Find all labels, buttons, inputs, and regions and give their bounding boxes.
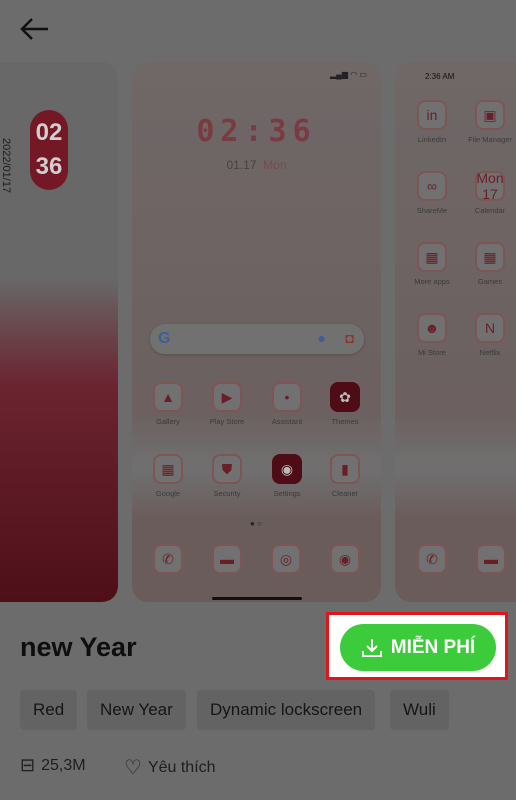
app-assistant: • Assistant (259, 382, 315, 426)
nav-bar (212, 597, 302, 600)
homescreen-preview[interactable]: ▂▄▆ ◠ ▭ 02:36 01.17 Mon G ● ◘ ▲ Gallery ▶ P… (132, 62, 381, 602)
more-apps-icon: ▦ (417, 242, 447, 272)
file-manager-icon: ▣ (475, 100, 505, 130)
app-games: ▦ Games (462, 242, 516, 286)
lockscreen-clock: 02 36 (30, 110, 68, 190)
app-label: ShareMe (416, 206, 448, 215)
tag-dynamic-lockscreen[interactable]: Dynamic lockscreen (197, 690, 376, 730)
security-icon: ⛊ (212, 454, 242, 484)
home-date: 01.17 Mon (226, 158, 287, 172)
app-more-apps: ▦ More apps (404, 242, 460, 286)
app-shareme: ∞ ShareMe (404, 171, 460, 215)
gallery-icon: ▲ (153, 382, 183, 412)
google-search-bar: G ● ◘ (150, 324, 364, 354)
mi-store-icon: ☻ (417, 313, 447, 343)
heart-icon: ♡ (124, 757, 142, 779)
google-icon: G (158, 330, 171, 347)
app-security: ⛊ Security (199, 454, 255, 498)
dock-icon: ▬ (476, 544, 506, 574)
lockscreen-preview[interactable]: 2022/01/17 02 36 (0, 62, 118, 602)
page-indicator: ● ○ (250, 519, 262, 528)
app-label: LinkedIn (417, 135, 447, 144)
dock-icon: ✆ (417, 544, 447, 574)
app-label: Google (155, 489, 181, 498)
app-file-manager: ▣ File Manager (462, 100, 516, 144)
app-calendar: Mon 17 Calendar (462, 170, 516, 215)
drawer-time: 2:36 AM (425, 72, 455, 81)
size-info: ⊟ 25,3M (20, 755, 86, 775)
app-label: Mi Store (418, 348, 446, 357)
google-icon: ▦ (153, 454, 183, 484)
app-label: Games (477, 277, 503, 286)
tag-red[interactable]: Red (20, 690, 78, 730)
app-label: Themes (331, 417, 359, 426)
lens-icon: ◘ (345, 330, 354, 346)
themes-icon: ✿ (330, 382, 360, 412)
tag-new-year[interactable]: New Year (87, 690, 186, 730)
play-store-icon: ▶ (212, 382, 242, 412)
app-label: Security (213, 489, 241, 498)
theme-title: new Year (20, 632, 137, 662)
app-label: Settings (273, 489, 301, 498)
home-clock: 02:36 (196, 114, 317, 149)
dock-icon: ◉ (330, 544, 360, 574)
cleaner-icon: ▮ (330, 454, 360, 484)
app-label: Calendar (474, 206, 506, 215)
app-themes: ✿ Themes (317, 382, 373, 426)
app-label: Play Store (209, 417, 245, 426)
app-gallery: ▲ Gallery (140, 382, 196, 426)
app-label: More apps (414, 277, 450, 286)
back-arrow-icon[interactable] (18, 14, 52, 44)
dock-icon: ✆ (153, 544, 183, 574)
download-free-button[interactable]: MIỄN PHÍ (340, 624, 496, 671)
lockscreen-date: 2022/01/17 (0, 138, 12, 194)
dock-icon: ◎ (271, 544, 301, 574)
app-google: ▦ Google (140, 454, 196, 498)
storage-icon: ⊟ (20, 755, 36, 775)
dock-icon: ▬ (212, 544, 242, 574)
tag-wuli[interactable]: Wuli (390, 690, 449, 730)
calendar-icon: Mon 17 (475, 170, 505, 202)
drawer-preview[interactable]: 2:36 AM in LinkedIn ▣ File Manager ∞ ShareMe M… (395, 62, 516, 602)
app-play-store: ▶ Play Store (199, 382, 255, 426)
app-label: Netflix (479, 348, 501, 357)
netflix-icon: N (475, 313, 505, 343)
status-icons: ▂▄▆ ◠ ▭ (330, 70, 367, 79)
favorite-button[interactable]: ♡ Yêu thích (124, 755, 216, 780)
app-label: Cleaner (331, 489, 359, 498)
app-linkedin: in LinkedIn (404, 100, 460, 144)
linkedin-icon: in (417, 100, 447, 130)
app-label: Assistant (271, 417, 303, 426)
download-icon (361, 638, 382, 657)
app-label: File Manager (468, 135, 512, 144)
assistant-icon: • (272, 382, 302, 412)
games-icon: ▦ (475, 242, 505, 272)
mic-icon: ● (317, 330, 326, 346)
settings-icon: ◉ (272, 454, 302, 484)
app-label: Gallery (156, 417, 180, 426)
app-settings: ◉ Settings (259, 454, 315, 498)
shareme-icon: ∞ (417, 171, 447, 201)
app-netflix: N Netflix (462, 313, 516, 357)
app-mi-store: ☻ Mi Store (404, 313, 460, 357)
app-cleaner: ▮ Cleaner (317, 454, 373, 498)
